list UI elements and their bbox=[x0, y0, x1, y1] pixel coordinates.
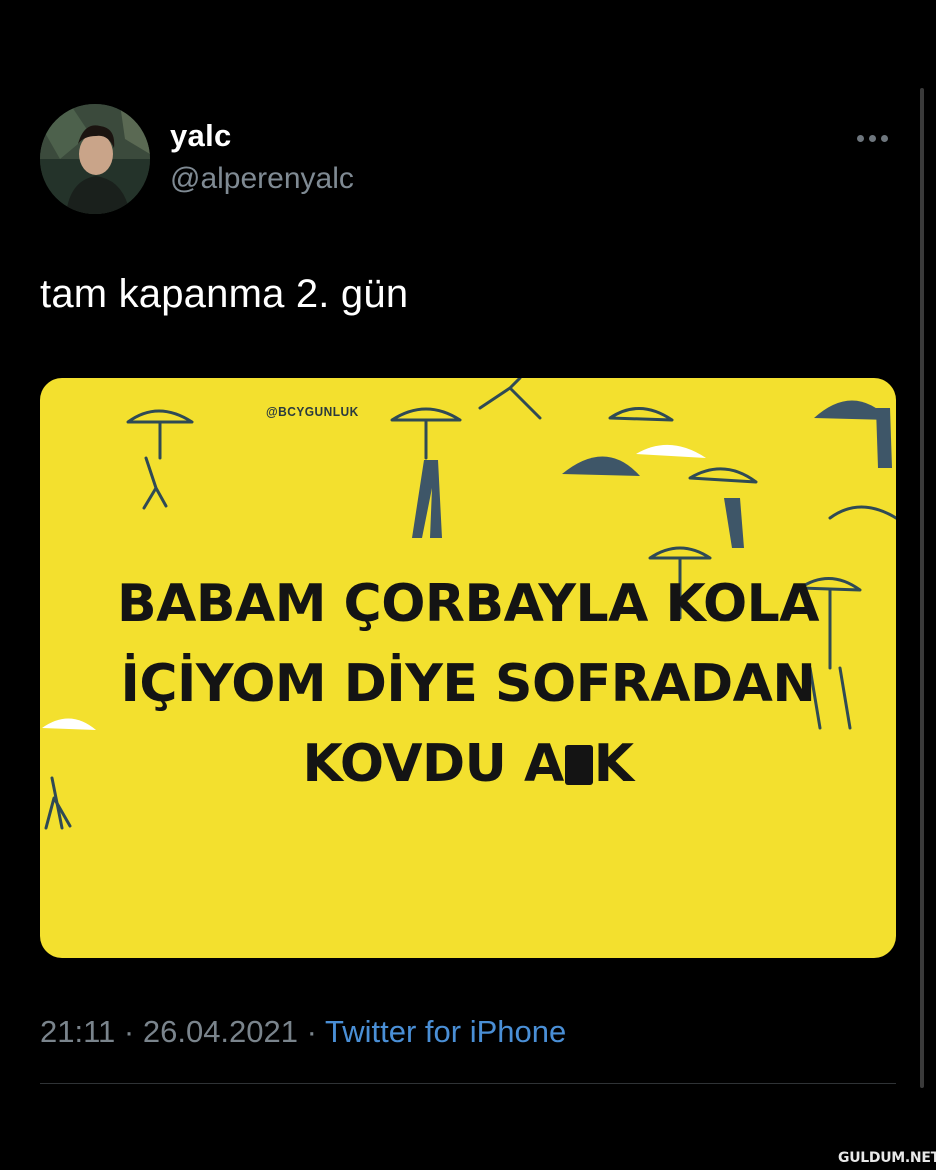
media-watermark: @BCYGUNLUK bbox=[266, 404, 359, 419]
media-caption-line-3-start: KOVDU A bbox=[302, 734, 564, 794]
more-horizontal-icon[interactable] bbox=[852, 128, 892, 148]
tweet-text: tam kapanma 2. gün bbox=[40, 272, 409, 316]
tweet-time[interactable]: 21:11 bbox=[40, 1014, 115, 1049]
censor-mark bbox=[564, 745, 593, 785]
scrollbar[interactable] bbox=[920, 88, 924, 1088]
display-name[interactable]: yalc bbox=[170, 118, 232, 154]
media-caption-line-2: İÇİYOM DİYE SOFRADAN bbox=[120, 654, 816, 714]
avatar-image bbox=[40, 104, 150, 214]
tweet-media-image[interactable]: @BCYGUNLUK BABAM ÇORBAYLA KOLA İÇİYOM Dİ… bbox=[40, 378, 896, 958]
meta-separator: · bbox=[123, 1014, 135, 1049]
media-caption: BABAM ÇORBAYLA KOLA İÇİYOM DİYE SOFRADAN… bbox=[40, 564, 896, 804]
tweet-date[interactable]: 26.04.2021 bbox=[143, 1014, 298, 1049]
user-handle[interactable]: @alperenyalc bbox=[170, 162, 354, 196]
media-caption-line-3-end: K bbox=[593, 734, 634, 794]
site-logo: GULDUM.NET bbox=[838, 1150, 936, 1166]
tweet-meta: 21:11 · 26.04.2021 · Twitter for iPhone bbox=[40, 1014, 566, 1050]
media-caption-line-3: KOVDU A K bbox=[40, 724, 896, 804]
avatar[interactable] bbox=[40, 104, 150, 214]
meta-separator-2: · bbox=[306, 1014, 317, 1049]
divider bbox=[40, 1083, 896, 1084]
media-caption-line-1: BABAM ÇORBAYLA KOLA bbox=[116, 574, 820, 634]
tweet-source-link[interactable]: Twitter for iPhone bbox=[325, 1014, 566, 1049]
